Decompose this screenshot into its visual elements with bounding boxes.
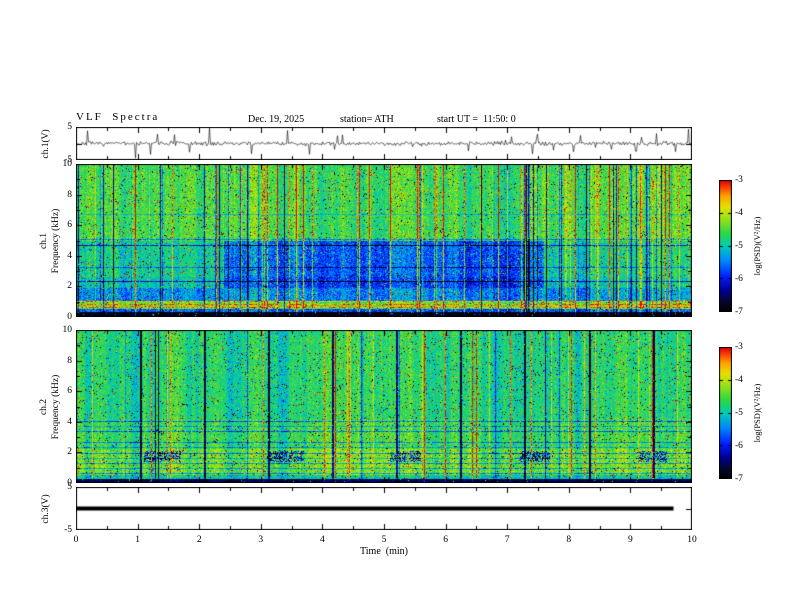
- colorbar-tick-label: -6: [735, 441, 743, 451]
- x-tick-label: 8: [566, 535, 572, 545]
- ch2-freq-tick-label: 8: [67, 355, 72, 366]
- figure-title: VLF Spectra: [76, 111, 160, 123]
- station-label: station= ATH: [340, 114, 394, 125]
- ch1-waveform-plot: [76, 127, 692, 160]
- start-ut-label: start UT = 11:50: 0: [437, 114, 516, 125]
- ch1-colorbar: [719, 180, 732, 312]
- ch2-colorbar-label: log(PSD)(V²/Hz): [752, 383, 762, 443]
- x-tick-label: 10: [687, 535, 697, 545]
- ch2-freq-tick-label: 10: [62, 325, 73, 335]
- x-tick-label: 4: [320, 535, 325, 545]
- colorbar-tick-label: -3: [735, 342, 743, 352]
- ch2-spectrogram-plot: [76, 330, 692, 483]
- ch1-freq-tick-label: 8: [67, 189, 72, 200]
- x-tick-label: 1: [135, 535, 140, 545]
- ch1-freq-tick-label: 0: [67, 312, 72, 322]
- ch1-freq-tick-label: 4: [67, 250, 72, 261]
- ch2-freq-tick-label: 6: [67, 386, 72, 397]
- ch1-freq-tick-label: 6: [67, 220, 72, 231]
- x-tick-label: 5: [381, 535, 387, 545]
- x-tick-label: 3: [258, 535, 264, 545]
- ch3-volt-tick-label: 5: [67, 482, 72, 492]
- colorbar-tick-label: -7: [735, 307, 743, 317]
- colorbar-tick-label: -4: [735, 375, 743, 385]
- ch3-waveform-plot: [76, 487, 692, 530]
- ch1-volt-tick-label: 5: [67, 122, 72, 132]
- colorbar-tick-label: -4: [735, 208, 743, 218]
- colorbar-tick-label: -6: [735, 274, 743, 284]
- x-tick-label: 2: [196, 535, 202, 545]
- x-tick-label: 0: [73, 535, 79, 545]
- vlf-spectra-figure: VLF Spectra Dec. 19, 2025 station= ATH s…: [0, 0, 792, 612]
- ch1-spectrogram-plot: [76, 164, 692, 317]
- x-tick-label: 9: [628, 535, 633, 545]
- x-tick-label: 7: [504, 535, 510, 545]
- date-label: Dec. 19, 2025: [248, 114, 305, 125]
- ch2-freq-tick-label: 2: [67, 447, 72, 458]
- colorbar-tick-label: -5: [735, 241, 743, 251]
- ch2-colorbar: [719, 347, 732, 479]
- ch1-freq-tick-label: 2: [67, 281, 72, 292]
- ch3-volt-tick-label: -5: [64, 525, 72, 535]
- colorbar-tick-label: -3: [735, 175, 743, 185]
- ch2-freq-tick-label: 4: [67, 416, 72, 427]
- ch1-volt-tick-label: -5: [64, 155, 72, 165]
- ch3-ylabel: ch.3(V): [41, 494, 51, 524]
- ch1-colorbar-label: log(PSD)(V²/Hz): [752, 216, 762, 276]
- x-axis-title: Time (min): [360, 546, 408, 557]
- colorbar-tick-label: -5: [735, 408, 743, 418]
- colorbar-tick-label: -7: [735, 474, 743, 484]
- x-tick-label: 6: [443, 535, 448, 545]
